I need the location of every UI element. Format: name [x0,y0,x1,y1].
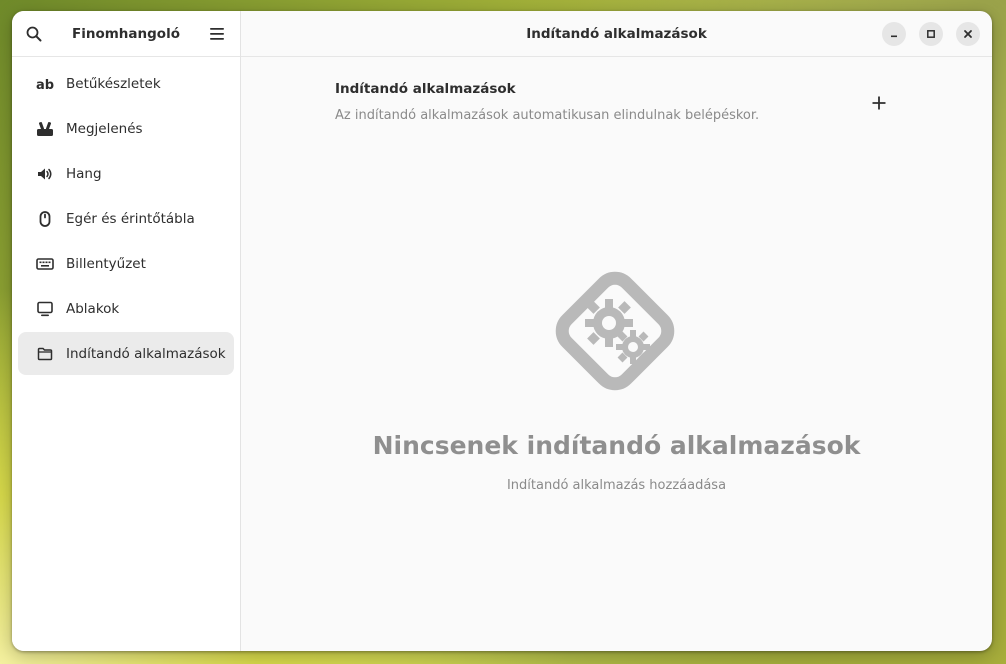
sidebar-header: Finomhangoló [12,11,240,57]
plus-icon [872,96,886,110]
sidebar-item-appearance[interactable]: Megjelenés [18,107,234,150]
page-title: Indítandó alkalmazások [526,25,707,42]
sidebar-item-label: Egér és érintőtábla [66,210,195,227]
sidebar: Finomhangoló ab Betűkészletek Megjelenés… [12,11,241,651]
maximize-icon [927,30,935,38]
sidebar-item-label: Hang [66,165,102,182]
search-button[interactable] [20,20,48,48]
main-pane: Indítandó alkalmazások Indítandó alkalma… [241,11,992,651]
close-button[interactable] [956,22,980,46]
sidebar-item-label: Megjelenés [66,120,143,137]
mouse-icon [36,210,54,228]
sidebar-item-sound[interactable]: Hang [18,152,234,195]
main-menu-button[interactable] [203,20,231,48]
empty-state-title: Nincsenek indítandó alkalmazások [372,431,861,460]
hamburger-menu-icon [210,28,224,40]
content-area: Indítandó alkalmazások Az indítandó alka… [241,57,992,651]
sidebar-item-label: Indítandó alkalmazások [66,345,226,362]
minimize-icon [891,35,897,38]
startup-applications-empty-icon [555,271,675,391]
empty-state-subtitle: Indítandó alkalmazás hozzáadása [506,478,727,493]
tweaks-window: Finomhangoló ab Betűkészletek Megjelenés… [12,11,992,651]
sidebar-item-windows[interactable]: Ablakok [18,287,234,330]
folder-icon [36,345,54,363]
sidebar-item-label: Betűkészletek [66,75,161,92]
sidebar-item-keyboard[interactable]: Billentyűzet [18,242,234,285]
keyboard-icon [36,255,54,273]
svg-text:ab: ab [36,78,54,91]
font-icon: ab [36,75,54,93]
sidebar-item-label: Ablakok [66,300,120,317]
header-bar: Indítandó alkalmazások [241,11,992,57]
section-subtitle: Az indítandó alkalmazások automatikusan … [335,108,760,123]
sidebar-item-fonts[interactable]: ab Betűkészletek [18,62,234,105]
minimize-button[interactable] [882,22,906,46]
sidebar-item-label: Billentyűzet [66,255,146,272]
sidebar-item-startup-applications[interactable]: Indítandó alkalmazások [18,332,234,375]
search-icon [26,26,42,42]
appearance-icon [36,120,54,138]
section-title: Indítandó alkalmazások [335,81,516,97]
monitor-icon [36,300,54,318]
maximize-button[interactable] [919,22,943,46]
add-startup-app-button[interactable] [867,91,891,115]
sidebar-nav: ab Betűkészletek Megjelenés Hang Egér és… [12,57,240,382]
sidebar-item-mouse[interactable]: Egér és érintőtábla [18,197,234,240]
close-icon [964,30,972,38]
speaker-icon [36,165,54,183]
